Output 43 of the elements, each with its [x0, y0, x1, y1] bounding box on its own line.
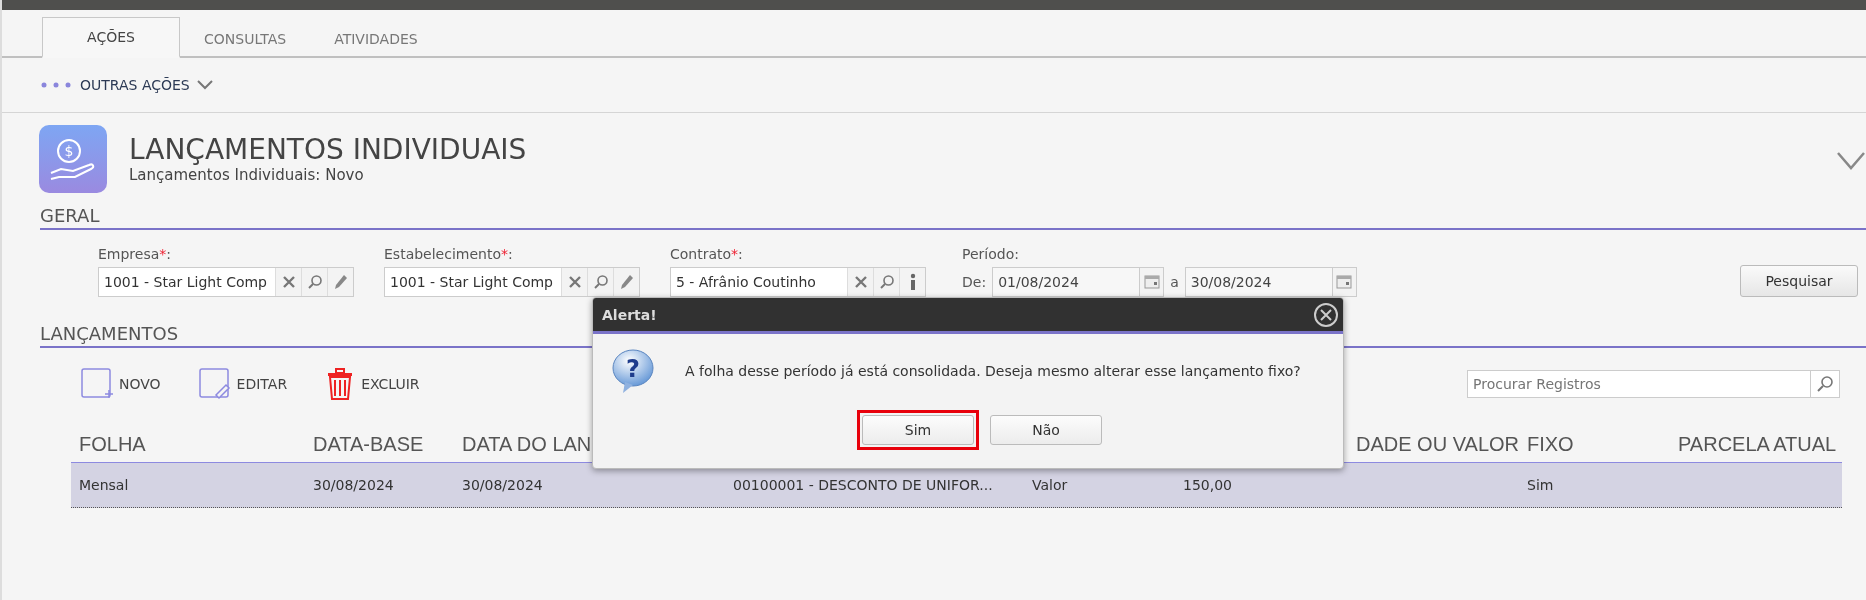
dialog-message: A folha desse período já está consolidada. Deseja mesmo alterar esse lançamento fixo?	[685, 363, 1301, 379]
column-header: DATA-BASE	[313, 432, 424, 455]
new-button[interactable]: NOVO	[81, 368, 161, 400]
section-title: GERAL	[40, 205, 1866, 230]
delete-button[interactable]: EXCLUIR	[325, 368, 420, 400]
field-label: Estabelecimento*:	[384, 246, 514, 262]
table-cell: Valor	[1032, 477, 1068, 493]
new-document-icon	[81, 368, 113, 400]
chevron-down-icon	[195, 79, 214, 91]
search-field[interactable]: Procurar Registros	[1467, 370, 1811, 398]
table-cell: 30/08/2024	[462, 477, 543, 493]
tab[interactable]: ATIVIDADES	[310, 20, 442, 58]
search-icon[interactable]	[1811, 370, 1840, 398]
confirm-button[interactable]: Sim	[862, 415, 974, 445]
to-label: a	[1170, 274, 1179, 290]
edit-document-icon	[198, 368, 231, 400]
from-label: De:	[962, 274, 987, 290]
edit-button[interactable]: EDITAR	[198, 368, 288, 400]
other-actions-button[interactable]: OUTRAS AÇÕES	[40, 77, 214, 93]
column-header: FIXO	[1527, 432, 1574, 455]
column-header: DATA DO LAN	[462, 432, 592, 455]
money-hand-icon: $	[39, 125, 107, 193]
table-cell: Mensal	[79, 477, 129, 493]
tab[interactable]: AÇÕES	[42, 17, 180, 58]
close-icon[interactable]	[1313, 301, 1339, 328]
field-label: Empresa*:	[98, 246, 173, 262]
search-button[interactable]: Pesquisar	[1740, 265, 1858, 297]
field-label: Período:	[962, 246, 1020, 262]
cancel-button[interactable]: Não	[990, 415, 1102, 445]
column-header: FOLHA	[79, 432, 146, 455]
page-title: LANÇAMENTOS INDIVIDUAIS	[129, 134, 527, 166]
table-cell: Sim	[1527, 477, 1554, 493]
table-cell: 150,00	[1183, 477, 1232, 493]
tab[interactable]: CONSULTAS	[180, 20, 311, 58]
table-cell: 00100001 - DESCONTO DE UNIFOR...	[733, 477, 993, 493]
column-header: DADE OU VALOR	[1356, 432, 1519, 455]
field-label: Contrato*:	[670, 246, 744, 262]
table-row[interactable]: Mensal 30/08/2024 30/08/2024 00100001 - DESCONTO DE UNIFOR... Valor 150,00 Sim	[71, 463, 1842, 508]
dialog-title: Alerta!	[602, 306, 657, 323]
chevron-down-icon[interactable]	[1836, 151, 1866, 171]
column-header: PARCELA ATUAL	[1678, 432, 1837, 455]
table-cell: 30/08/2024	[313, 477, 394, 493]
page-subtitle: Lançamentos Individuais: Novo	[129, 166, 365, 184]
